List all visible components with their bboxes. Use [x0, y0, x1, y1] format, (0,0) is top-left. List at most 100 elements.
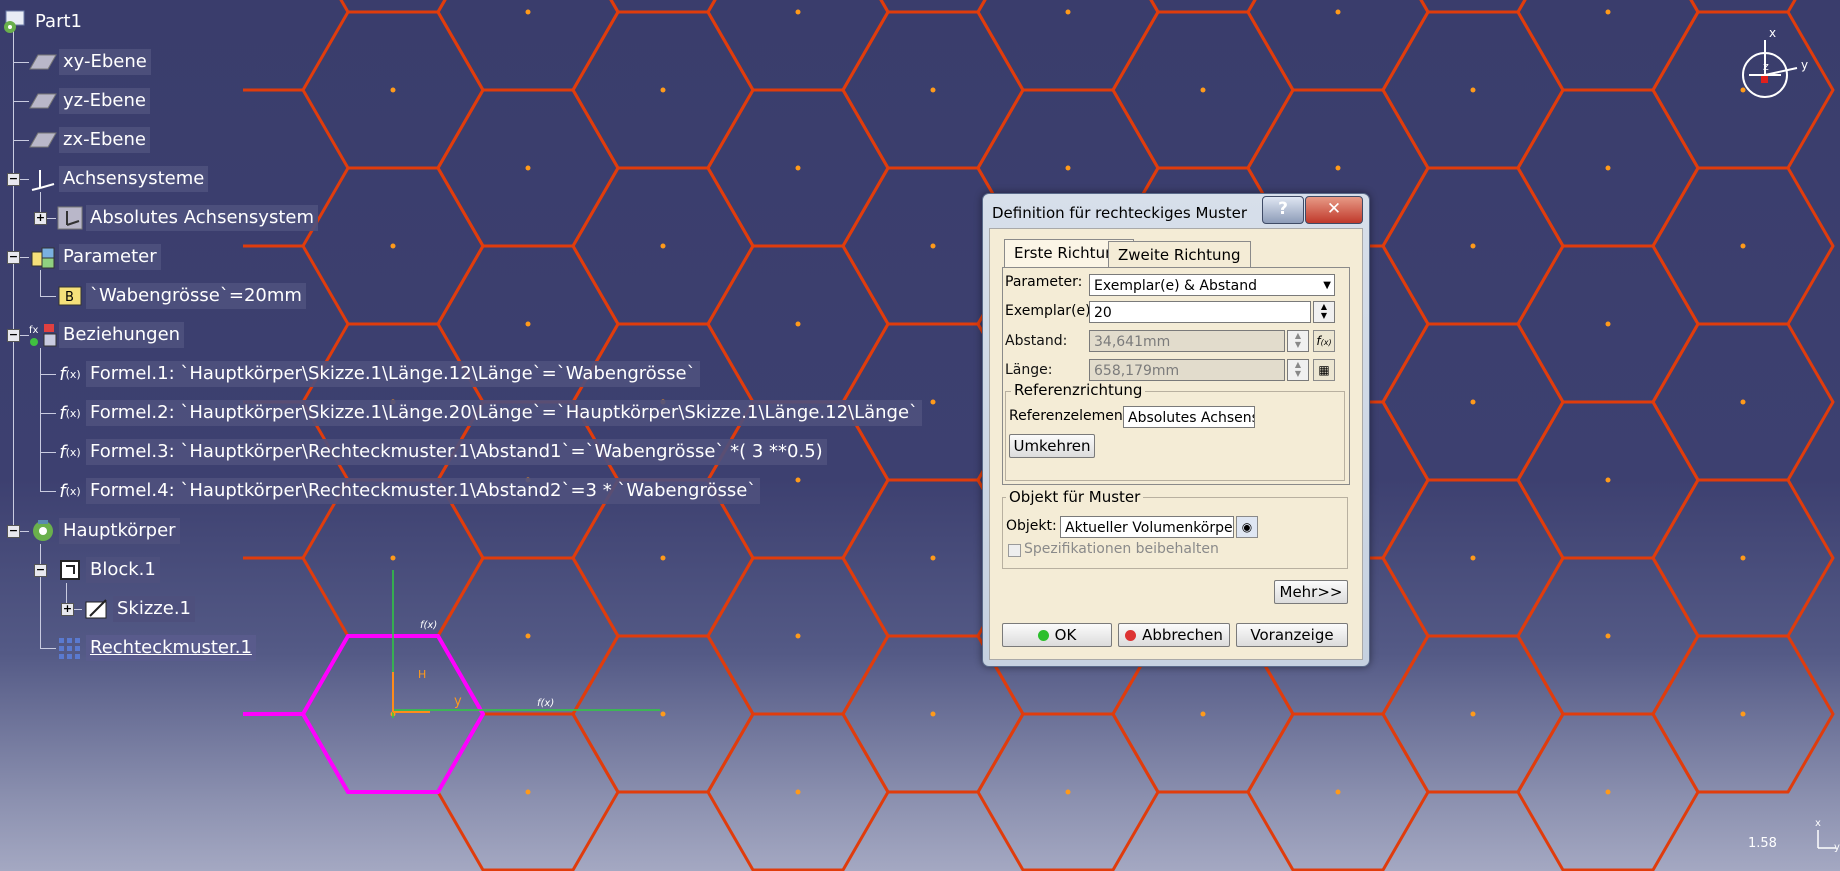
preview-button[interactable]: Voranzeige	[1236, 623, 1348, 647]
tree-node-sketch[interactable]: Skizze.1	[82, 596, 195, 622]
tree-node-axis-systems[interactable]: Achsensysteme	[28, 166, 209, 192]
axis-triad-icon: x y	[1812, 818, 1840, 853]
collapse-toggle-block[interactable]: −	[34, 564, 47, 577]
formula-button-icon[interactable]: f(x)	[1313, 330, 1335, 352]
hex-center-point	[1740, 243, 1746, 249]
ok-button[interactable]: OK	[1002, 623, 1112, 647]
reference-element-input[interactable]: Absolutes Achsensy	[1123, 406, 1255, 428]
tree-label-part: Part1	[35, 11, 82, 32]
formula-icon: f (x)	[59, 480, 81, 502]
rectangular-pattern-dialog[interactable]: Definition für rechteckiges Muster ? ✕ E…	[982, 193, 1370, 667]
help-button[interactable]: ?	[1262, 196, 1304, 224]
pattern-hexagon[interactable]	[1653, 0, 1833, 14]
tree-node-yz-plane[interactable]: yz-Ebene	[28, 88, 150, 114]
formula-icon: f (x)	[59, 441, 81, 463]
object-group-title: Objekt für Muster	[1006, 488, 1144, 506]
tree-node-formula-4[interactable]: f (x) Formel.4: `Hauptkörper\Rechteckmust…	[55, 478, 761, 504]
tree-node-absolute-axis[interactable]: Absolutes Achsensystem	[55, 205, 319, 231]
hex-center-point	[1335, 9, 1341, 15]
svg-text:B: B	[65, 290, 74, 305]
hex-center-point	[930, 711, 936, 717]
specification-tree[interactable]: − + − − − − + Part1 xy-Ebene yz-Ebene zx…	[0, 0, 923, 680]
reverse-button[interactable]: Umkehren	[1009, 434, 1095, 458]
tree-label-formula-3: Formel.3: `Hauptkörper\Rechteckmuster.1\…	[86, 439, 827, 465]
measure-button-icon[interactable]: ▦	[1313, 359, 1335, 381]
close-button[interactable]: ✕	[1305, 196, 1363, 224]
expand-toggle-skizze[interactable]: +	[61, 603, 74, 616]
tree-label-formula-2: Formel.2: `Hauptkörper\Skizze.1\Länge.20…	[86, 400, 923, 426]
first-direction-panel: Parameter: Exemplar(e) & Abstand ▼ Exemp…	[1002, 267, 1350, 485]
tab-second-direction[interactable]: Zweite Richtung	[1108, 241, 1251, 268]
tree-node-parameters[interactable]: Parameter	[28, 244, 161, 270]
pad-icon	[55, 557, 85, 583]
keep-spec-checkbox	[1008, 544, 1021, 557]
hex-center-point	[1605, 789, 1611, 795]
hex-center-point	[1605, 477, 1611, 483]
tree-node-pattern[interactable]: Rechteckmuster.1	[55, 635, 256, 661]
more-button[interactable]: Mehr>>	[1274, 580, 1348, 604]
axis-system-icon	[28, 166, 58, 192]
parameter-icon: B	[55, 283, 85, 309]
collapse-toggle-achsensysteme[interactable]: −	[7, 173, 20, 186]
instances-spinner[interactable]: ▲ ▼	[1313, 301, 1335, 323]
triad-x-label: x	[1815, 818, 1821, 829]
ok-dot-icon	[1037, 630, 1049, 641]
tree-node-relations[interactable]: fx Beziehungen	[28, 322, 185, 348]
hex-center-point	[1470, 399, 1476, 405]
compass-widget[interactable]: x y z	[1735, 26, 1825, 110]
tree-label-zx-plane: zx-Ebene	[59, 127, 150, 153]
parameter-select[interactable]: Exemplar(e) & Abstand ▼	[1089, 274, 1335, 296]
hex-center-point	[1470, 243, 1476, 249]
sketch-icon	[82, 596, 112, 622]
hex-center-point	[1470, 555, 1476, 561]
cancel-button[interactable]: Abbrechen	[1118, 623, 1230, 647]
spacing-label: Abstand:	[1005, 333, 1068, 349]
tree-node-formula-2[interactable]: f (x) Formel.2: `Hauptkörper\Skizze.1\Län…	[55, 400, 923, 426]
absolute-axis-icon	[55, 205, 85, 231]
hex-center-point	[930, 399, 936, 405]
triad-y-label: y	[1834, 842, 1840, 853]
tree-node-part[interactable]: Part1	[0, 9, 86, 35]
expand-toggle-absolute-axis[interactable]: +	[34, 212, 47, 225]
hex-center-point	[1470, 711, 1476, 717]
tree-label-axis-systems: Achsensysteme	[59, 166, 209, 192]
sketch-axis-y-label: y	[454, 694, 462, 709]
hex-center-point	[1605, 321, 1611, 327]
hex-center-point	[525, 789, 531, 795]
tree-node-zx-plane[interactable]: zx-Ebene	[28, 127, 150, 153]
tree-label-formula-4: Formel.4: `Hauptkörper\Rechteckmuster.1\…	[86, 478, 761, 504]
body-icon	[28, 518, 58, 544]
hex-center-point	[1740, 555, 1746, 561]
parameter-set-icon	[28, 244, 58, 270]
tree-node-xy-plane[interactable]: xy-Ebene	[28, 49, 151, 75]
collapse-toggle-parameter[interactable]: −	[7, 251, 20, 264]
parameter-label: Parameter:	[1005, 274, 1083, 290]
pattern-hexagon[interactable]	[1383, 0, 1563, 14]
rect-pattern-icon	[55, 635, 85, 661]
length-input: 658,179mm	[1089, 359, 1285, 381]
tree-node-block[interactable]: Block.1	[55, 557, 160, 583]
plane-icon	[28, 127, 58, 153]
tree-label-relations: Beziehungen	[59, 322, 185, 348]
object-label: Objekt:	[1006, 518, 1057, 534]
tree-node-formula-3[interactable]: f (x) Formel.3: `Hauptkörper\Rechteckmust…	[55, 439, 827, 465]
object-select-icon[interactable]: ◉	[1236, 516, 1258, 538]
hex-center-point	[1065, 165, 1071, 171]
instances-input[interactable]: 20	[1089, 301, 1311, 323]
collapse-toggle-beziehungen[interactable]: −	[7, 329, 20, 342]
part-icon	[0, 9, 30, 35]
svg-text:fx: fx	[29, 325, 39, 336]
hex-center-point	[1335, 165, 1341, 171]
tree-node-main-body[interactable]: Hauptkörper	[28, 518, 180, 544]
reference-direction-title: Referenzrichtung	[1011, 381, 1146, 399]
tree-node-formula-1[interactable]: f (x) Formel.1: `Hauptkörper\Skizze.1\Län…	[55, 361, 700, 387]
tree-label-xy-plane: xy-Ebene	[59, 49, 151, 75]
compass-y-label: y	[1801, 58, 1809, 72]
keep-spec-label: Spezifikationen beibehalten	[1024, 541, 1219, 557]
hex-center-point	[1470, 87, 1476, 93]
collapse-toggle-hauptkoerper[interactable]: −	[7, 525, 20, 538]
tree-node-param-wabengroesse[interactable]: B `Wabengrösse`=20mm	[55, 283, 306, 309]
object-input[interactable]: Aktueller Volumenkörper	[1060, 516, 1234, 538]
pattern-hexagon[interactable]	[1113, 0, 1293, 14]
tree-label-yz-plane: yz-Ebene	[59, 88, 150, 114]
